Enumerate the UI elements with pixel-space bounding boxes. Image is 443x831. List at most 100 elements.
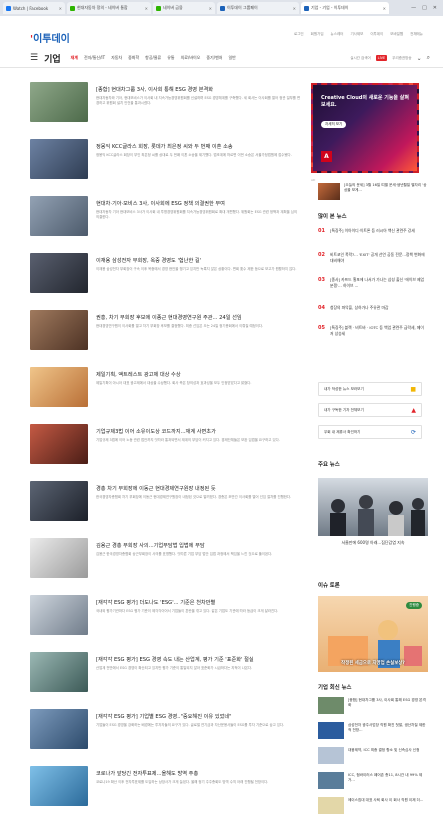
partner-check-button[interactable]: 우회 내 제휴사 확인하기 ⟳ — [318, 425, 422, 439]
article-summary: 국내외 평가기관마다 ESG 평가 기준이 제각각이어서 기업들이 혼란을 겪고… — [96, 609, 279, 613]
article-thumbnail[interactable] — [30, 538, 88, 578]
article-thumbnail[interactable] — [30, 196, 88, 236]
sidebar-ad[interactable]: Creative Cloud의 새로운 기능을 살펴보세요. 자세히 보기 A — [311, 83, 419, 173]
main-news-image[interactable] — [318, 478, 428, 536]
article-thumbnail[interactable] — [30, 481, 88, 521]
list-item[interactable]: 현대차·기아·모비스 3사, 이사회에 ESG 정책 의결권한 부여 현대자동차… — [30, 196, 302, 236]
close-icon[interactable]: ✕ — [145, 6, 148, 11]
article-title[interactable]: 제일기획, 액트레스트 광고제 대상 수상 — [96, 371, 301, 378]
list-item[interactable]: 김용근 경총 부회장 사의...기업부담법 입법에 부담 김용근 한국경영자총협… — [30, 538, 302, 578]
popular-item[interactable]: 05 [특징주] 블랙 · 비트바 · IOTC 등 백업 관련주 급락세, 메… — [318, 325, 428, 345]
top-link[interactable]: 전체메뉴 — [410, 32, 423, 37]
nav-item[interactable]: 전자/통신/IT — [84, 55, 105, 61]
article-title[interactable]: [종합] 현대차그룹 3사, 이사회 통해 ESG 경영 본격화 — [96, 86, 301, 93]
top-link[interactable]: 기사제보 — [350, 32, 363, 37]
issue-image[interactable]: 진행중 작정된 세금으로 자영업 손실보상? — [318, 596, 428, 672]
article-title[interactable]: 현대차·기아·모비스 3사, 이사회에 ESG 정책 의결권한 부여 — [96, 200, 301, 207]
article-title[interactable]: 코로나가 앞당긴 전자투표제...올해도 방역 주총 — [96, 770, 301, 777]
logo-text: 이투데이 — [33, 34, 70, 45]
nav-item[interactable]: 중화학 — [128, 55, 139, 61]
browser-tab[interactable]: 이투데이 그룹페이 ✕ — [217, 2, 299, 14]
article-thumbnail[interactable] — [30, 595, 88, 635]
live-badge[interactable]: LIVE — [375, 55, 388, 61]
channel-link[interactable]: 우리증권방송 — [392, 56, 411, 61]
nav-item[interactable]: 자동차 — [111, 55, 122, 61]
article-title[interactable]: 기업규제3법 이어 소유이도상 코드까지...재계 사면초가 — [96, 428, 301, 435]
list-item[interactable]: 이재용 삼성전자 부회장, 옥중 경영도 '험난한 길' 이재용 삼성전자 부회… — [30, 253, 302, 293]
company-news-text: 삼성전자 광주사업장 직원 확진 첫발, 생산차질 제한적 전망... — [348, 723, 426, 732]
company-news-item[interactable]: 삼성전자 광주사업장 직원 확진 첫발, 생산차질 제한적 전망... — [318, 722, 428, 742]
article-thumbnail[interactable] — [30, 709, 88, 749]
browser-tab[interactable]: 현대자동차 정의 - 네이버 통합 ✕ — [67, 2, 151, 14]
article-title[interactable]: 김용근 경총 부회장 사의...기업부담법 입법에 부담 — [96, 542, 301, 549]
main-news-caption[interactable]: 서울만에 600명 아래...집단감염 지속 — [318, 540, 428, 546]
top-link[interactable]: 뉴스레터 — [331, 32, 344, 37]
list-item[interactable]: [재각각 ESG 평가] 기업별 ESG 경영.."중요해진 이유 있었네" 기… — [30, 709, 302, 749]
article-title[interactable]: [재각각 ESG 평가] ESG 경영 속도 내는 산업계, 평가 기준 '표준… — [96, 656, 301, 663]
article-thumbnail[interactable] — [30, 139, 88, 179]
popular-item[interactable]: 04 청장의 파악을, 상하가나 주유관 마감 — [318, 305, 428, 325]
article-summary: 정몽익 KCC글라스 회장이 부인 최은정 씨를 상대로 두 번째 이혼 소송을… — [96, 153, 292, 157]
company-news-item[interactable]: ICC, 첨바이러스 페어존 총11, 8시간 내 99% 제거... — [318, 772, 428, 792]
close-window-icon[interactable]: ✕ — [433, 5, 437, 11]
article-title[interactable]: 이재용 삼성전자 부회장, 옥중 경영도 '험난한 길' — [96, 257, 301, 264]
top-link[interactable]: 로그인 — [294, 32, 304, 37]
article-thumbnail[interactable] — [30, 424, 88, 464]
list-item[interactable]: [재각각 ESG 평가] 더도나도 'ESG'... 기준은 천차만별 국내외 … — [30, 595, 302, 635]
top-link[interactable]: 모바일웹 — [390, 32, 403, 37]
nav-item[interactable]: 일반 — [228, 55, 235, 61]
article-summary: 김용근 한국경영자총협회 상근부회장이 사의를 표명했다. 잇따른 기업 부담 … — [96, 552, 273, 556]
article-thumbnail[interactable] — [30, 82, 88, 122]
nav-item[interactable]: 재계 — [71, 55, 78, 61]
nav-item[interactable]: 유통 — [167, 55, 174, 61]
list-item[interactable]: 경총 차기 부회장에 이동근 현대경제연구원장 내정된 듯 한국경영자총협회 차… — [30, 481, 302, 521]
article-title[interactable]: [재각각 ESG 평가] 기업별 ESG 경영.."중요해진 이유 있었네" — [96, 713, 301, 720]
nav-item[interactable]: 중기/벤처 — [206, 55, 222, 61]
list-item[interactable]: 기업규제3법 이어 소유이도상 코드까지...재계 사면초가 기업규제 3법에 … — [30, 424, 302, 464]
list-item[interactable]: 정몽익 KCC글라스 회장, 롯데가 최은정 씨와 두 번째 이혼 소송 정몽익… — [30, 139, 302, 179]
maximize-icon[interactable]: □ — [422, 5, 427, 11]
minimize-icon[interactable]: — — [411, 5, 416, 11]
search-icon[interactable]: ⌕ — [427, 54, 430, 62]
top-link[interactable]: 이투데이 — [370, 32, 383, 37]
menu-icon[interactable]: ☰ — [30, 53, 38, 63]
nav-item[interactable]: 항공/물류 — [145, 55, 161, 61]
rank-text: [종사] 카프드 횡포에 나서가 가나는 삼성 출신 '에이브 제업 분쟁'… … — [330, 277, 425, 288]
popular-item[interactable]: 02 비트코인 폭락?... 'EXIT' 공개 선언 공동 전문...정책 변… — [318, 252, 428, 272]
my-news-button[interactable]: 내가 작성한 뉴스 보러보기 ■ — [318, 382, 422, 396]
browser-tab[interactable]: 네이버 금융 ✕ — [153, 2, 215, 14]
sidebar-hot-item[interactable]: [오늘의 운세] 3월 16일 띠별 운세·생년월일 별자리 '상상을 보게..… — [318, 183, 428, 203]
article-title[interactable]: [재각각 ESG 평가] 더도나도 'ESG'... 기준은 천차만별 — [96, 599, 301, 606]
article-thumbnail[interactable] — [30, 367, 88, 407]
top-link[interactable]: 회원가입 — [311, 32, 324, 37]
article-title[interactable]: 경총 차기 부회장에 이동근 현대경제연구원장 내정된 듯 — [96, 485, 301, 492]
ad-button[interactable]: 자세히 보기 — [321, 121, 347, 128]
article-thumbnail[interactable] — [30, 766, 88, 806]
company-news-item[interactable]: [종합] 현대차그룹 3사, 이사회 통해 ESG 경영 본격화 — [318, 697, 428, 717]
popular-item[interactable]: 03 [종사] 카프드 횡포에 나서가 가나는 삼성 출신 '에이브 제업 분쟁… — [318, 277, 428, 297]
close-icon[interactable]: ✕ — [293, 6, 296, 11]
article-thumbnail[interactable] — [30, 253, 88, 293]
browser-tab[interactable]: Watch | Facebook ✕ — [3, 2, 65, 14]
popular-item[interactable]: 01 [특징주] 이아이디·이트론 등 러시아 백신 관련주 강세 — [318, 228, 428, 248]
close-icon[interactable]: ✕ — [383, 6, 386, 11]
site-logo[interactable]: '이투데이 — [30, 30, 70, 45]
list-item[interactable]: 코로나가 앞당긴 전자투표제...올해도 방역 주총 코로나19 확산 이후 전… — [30, 766, 302, 806]
article-thumbnail[interactable] — [30, 310, 88, 350]
list-item[interactable]: 권홍, 차기 부회장 후보에 이종근 현대경영연구원 주관... 24일 선임 … — [30, 310, 302, 350]
article-title[interactable]: 정몽익 KCC글라스 회장, 롯데가 최은정 씨와 두 번째 이혼 소송 — [96, 143, 301, 150]
list-item[interactable]: [재각각 ESG 평가] ESG 경영 속도 내는 산업계, 평가 기준 '표준… — [30, 652, 302, 692]
list-item[interactable]: 제일기획, 액트레스트 광고제 대상 수상 제일기획이 아시아 대표 광고제에서… — [30, 367, 302, 407]
browser-tab-active[interactable]: 기업 - 기업 - 이투데이 ✕ — [301, 2, 389, 14]
company-news-item[interactable]: 대웅제약, ICC 최종 결정 항소 및 신속심사 신청 — [318, 747, 428, 767]
article-title[interactable]: 권홍, 차기 부회장 후보에 이종근 현대경영연구원 주관... 24일 선임 — [96, 314, 301, 321]
nav-item[interactable]: 의료/바이오 — [181, 55, 201, 61]
close-icon[interactable]: ✕ — [209, 6, 212, 11]
article-thumbnail[interactable] — [30, 652, 88, 692]
realtime-search-link[interactable]: 실시간 검색어 — [350, 56, 370, 61]
subscribed-reporters-button[interactable]: 내가 구독한 기자 전체보기 ▲ — [318, 403, 422, 417]
company-news-item[interactable]: 에이스침대 대표 사퇴 회사 이 회사 직원 이제 더... — [318, 797, 428, 817]
close-icon[interactable]: ✕ — [59, 6, 62, 11]
chevron-down-icon[interactable]: ⌄ — [417, 55, 422, 62]
list-item[interactable]: [종합] 현대차그룹 3사, 이사회 통해 ESG 경영 본격화 현대자동차와 … — [30, 82, 302, 122]
